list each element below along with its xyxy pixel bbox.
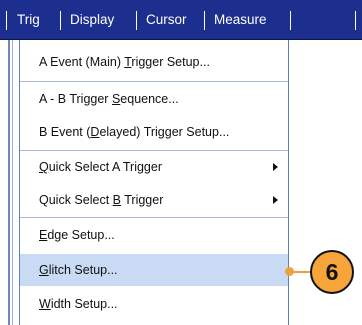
menu-bar: Trig Display Cursor Measure bbox=[0, 0, 362, 40]
menu-separator bbox=[290, 11, 291, 30]
menu-item-label: equence... bbox=[120, 92, 179, 106]
panel-edge-line bbox=[12, 40, 13, 325]
menu-trig[interactable]: Trig bbox=[17, 0, 40, 40]
menu-item-label: dge Setup... bbox=[47, 228, 115, 242]
submenu-arrow-icon bbox=[273, 196, 278, 204]
panel-edge-line bbox=[8, 40, 10, 325]
menu-separator bbox=[60, 11, 61, 30]
menu-item-mnemonic: Q bbox=[39, 160, 49, 174]
menu-item-label: elayed) Trigger Setup... bbox=[99, 125, 230, 139]
menu-item-quick-select-b-trigger[interactable]: Quick Select B Trigger bbox=[20, 184, 288, 216]
menu-item-label: rigger Setup... bbox=[131, 55, 210, 69]
callout-anchor-dot bbox=[285, 267, 294, 276]
menu-item-glitch-setup[interactable]: Glitch Setup... bbox=[20, 254, 288, 286]
menu-item-a-event-trigger-setup[interactable]: A Event (Main) Trigger Setup... bbox=[20, 46, 288, 78]
menu-item-mnemonic: G bbox=[39, 263, 49, 277]
menu-divider bbox=[20, 217, 288, 218]
menu-item-edge-setup[interactable]: Edge Setup... bbox=[20, 219, 288, 251]
menu-item-width-setup[interactable]: Width Setup... bbox=[20, 288, 288, 320]
menu-measure[interactable]: Measure bbox=[214, 0, 267, 40]
menu-item-label: Quick Select bbox=[39, 193, 113, 207]
menu-item-mnemonic: W bbox=[39, 297, 51, 311]
menu-divider bbox=[20, 81, 288, 82]
menu-item-b-event-trigger-setup[interactable]: B Event (Delayed) Trigger Setup... bbox=[20, 116, 288, 148]
menu-separator bbox=[355, 11, 356, 30]
menu-separator bbox=[136, 11, 137, 30]
menu-item-label: A Event (Main) bbox=[39, 55, 125, 69]
menu-item-quick-select-a-trigger[interactable]: Quick Select A Trigger bbox=[20, 151, 288, 183]
menu-item-label: B Event ( bbox=[39, 125, 91, 139]
menu-item-label: litch Setup... bbox=[48, 263, 118, 277]
submenu-arrow-icon bbox=[273, 163, 278, 171]
menu-display[interactable]: Display bbox=[70, 0, 114, 40]
screenshot-stage: Trig Display Cursor Measure A Event (Mai… bbox=[0, 0, 362, 325]
trigger-dropdown-menu: A Event (Main) Trigger Setup... A - B Tr… bbox=[19, 40, 289, 325]
menu-item-label: A - B Trigger bbox=[39, 92, 112, 106]
menu-item-mnemonic: B bbox=[112, 193, 121, 207]
menu-separator bbox=[204, 11, 205, 30]
menu-item-label: Trigger bbox=[120, 193, 164, 207]
menu-separator bbox=[6, 11, 7, 30]
menu-item-label: idth Setup... bbox=[50, 297, 118, 311]
step-number-badge: 6 bbox=[310, 250, 354, 294]
menu-item-ab-trigger-sequence[interactable]: A - B Trigger Sequence... bbox=[20, 83, 288, 115]
menu-cursor[interactable]: Cursor bbox=[146, 0, 187, 40]
menu-item-label: uick Select A Trigger bbox=[48, 160, 162, 174]
